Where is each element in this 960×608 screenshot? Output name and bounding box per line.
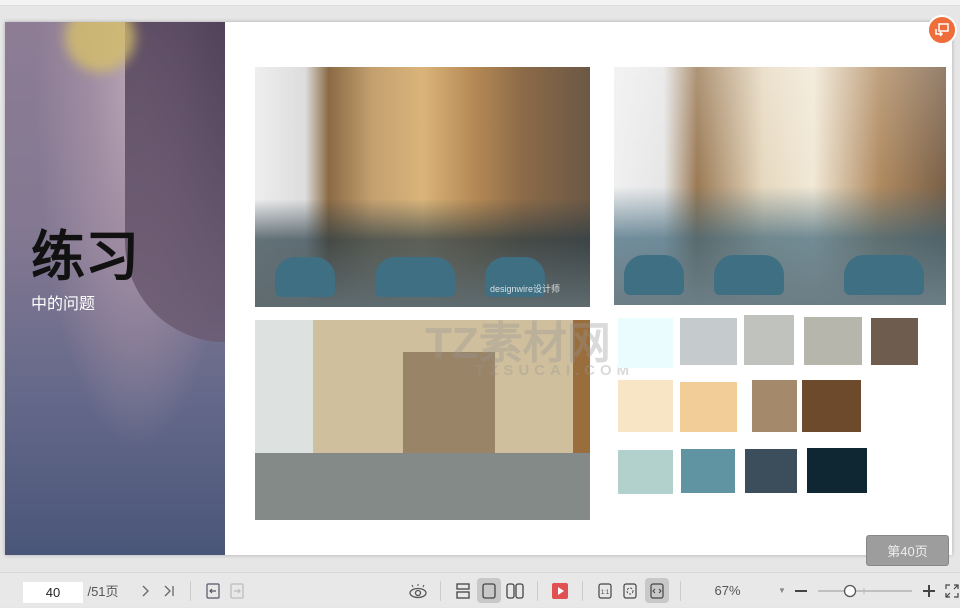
page-number-input[interactable]: [23, 582, 83, 603]
minus-icon: [795, 589, 807, 592]
color-block-composition: [255, 320, 590, 520]
color-swatch: [807, 448, 867, 493]
slide-canvas: 练习 中的问题 designwire设计师 TZ素材网 TZSUCAI.COM: [5, 22, 952, 555]
color-swatch: [804, 317, 862, 365]
fullscreen-icon: [945, 583, 959, 598]
slide-subtitle: 中的问题: [31, 296, 96, 313]
zoom-out-button[interactable]: [792, 573, 810, 608]
two-page-view-button[interactable]: [503, 573, 527, 608]
eye-icon: [409, 583, 427, 598]
single-page-icon: [482, 582, 496, 599]
color-swatch: [618, 380, 673, 432]
top-bar: [0, 0, 960, 6]
two-page-icon: [506, 582, 524, 599]
fit-page-button[interactable]: [620, 573, 640, 608]
chevron-right-icon: [142, 585, 149, 596]
continuous-view-button[interactable]: [451, 573, 475, 608]
actual-size-button[interactable]: 1:1: [595, 573, 615, 608]
fit-width-icon: [650, 582, 664, 599]
forward-button[interactable]: [228, 573, 246, 608]
forward-icon: [230, 582, 244, 599]
fit-page-icon: [623, 582, 637, 599]
interior-photo-1: designwire设计师: [255, 67, 590, 307]
color-swatch: [680, 382, 737, 432]
color-swatch: [871, 318, 918, 365]
color-swatch: [752, 380, 797, 432]
last-page-icon: [164, 585, 174, 596]
zoom-in-button[interactable]: [920, 573, 938, 608]
zoom-dropdown-icon[interactable]: ▼: [775, 573, 789, 608]
color-swatch: [745, 449, 797, 493]
slide-export-icon: [935, 23, 949, 37]
play-slideshow-button[interactable]: [550, 573, 570, 608]
back-button[interactable]: [204, 573, 222, 608]
share-slide-button[interactable]: [927, 15, 957, 45]
continuous-view-icon: [456, 582, 470, 599]
eye-protection-button[interactable]: [406, 573, 430, 608]
zoom-slider-thumb: [843, 584, 857, 597]
fit-width-button[interactable]: [645, 578, 669, 603]
decorative-shape: [125, 22, 225, 342]
page-number-badge: 第40页: [866, 535, 949, 566]
plus-icon: [923, 584, 935, 597]
bottom-toolbar: /51页 1:1 67% ▼: [0, 572, 960, 607]
single-page-view-button[interactable]: [477, 578, 501, 603]
slide-left-panel: 练习 中的问题: [5, 22, 225, 555]
actual-size-icon: 1:1: [598, 582, 612, 599]
zoom-level: 67%: [714, 583, 741, 598]
back-icon: [206, 582, 220, 599]
interior-photo-2: [614, 67, 946, 305]
zoom-slider-track: [818, 584, 912, 597]
slide-title: 练习: [31, 224, 139, 288]
zoom-slider[interactable]: [818, 573, 912, 608]
color-swatch: [744, 315, 794, 365]
next-page-button[interactable]: [136, 573, 154, 608]
svg-text:1:1: 1:1: [601, 590, 610, 596]
play-icon: [552, 582, 568, 599]
color-swatch: [618, 450, 673, 494]
last-page-button[interactable]: [160, 573, 178, 608]
fullscreen-button[interactable]: [943, 573, 960, 608]
color-swatch: [681, 449, 735, 493]
color-swatch: [680, 318, 737, 365]
color-swatch: [802, 380, 861, 432]
page-total: /51页: [87, 584, 119, 599]
color-swatch: [618, 318, 673, 368]
